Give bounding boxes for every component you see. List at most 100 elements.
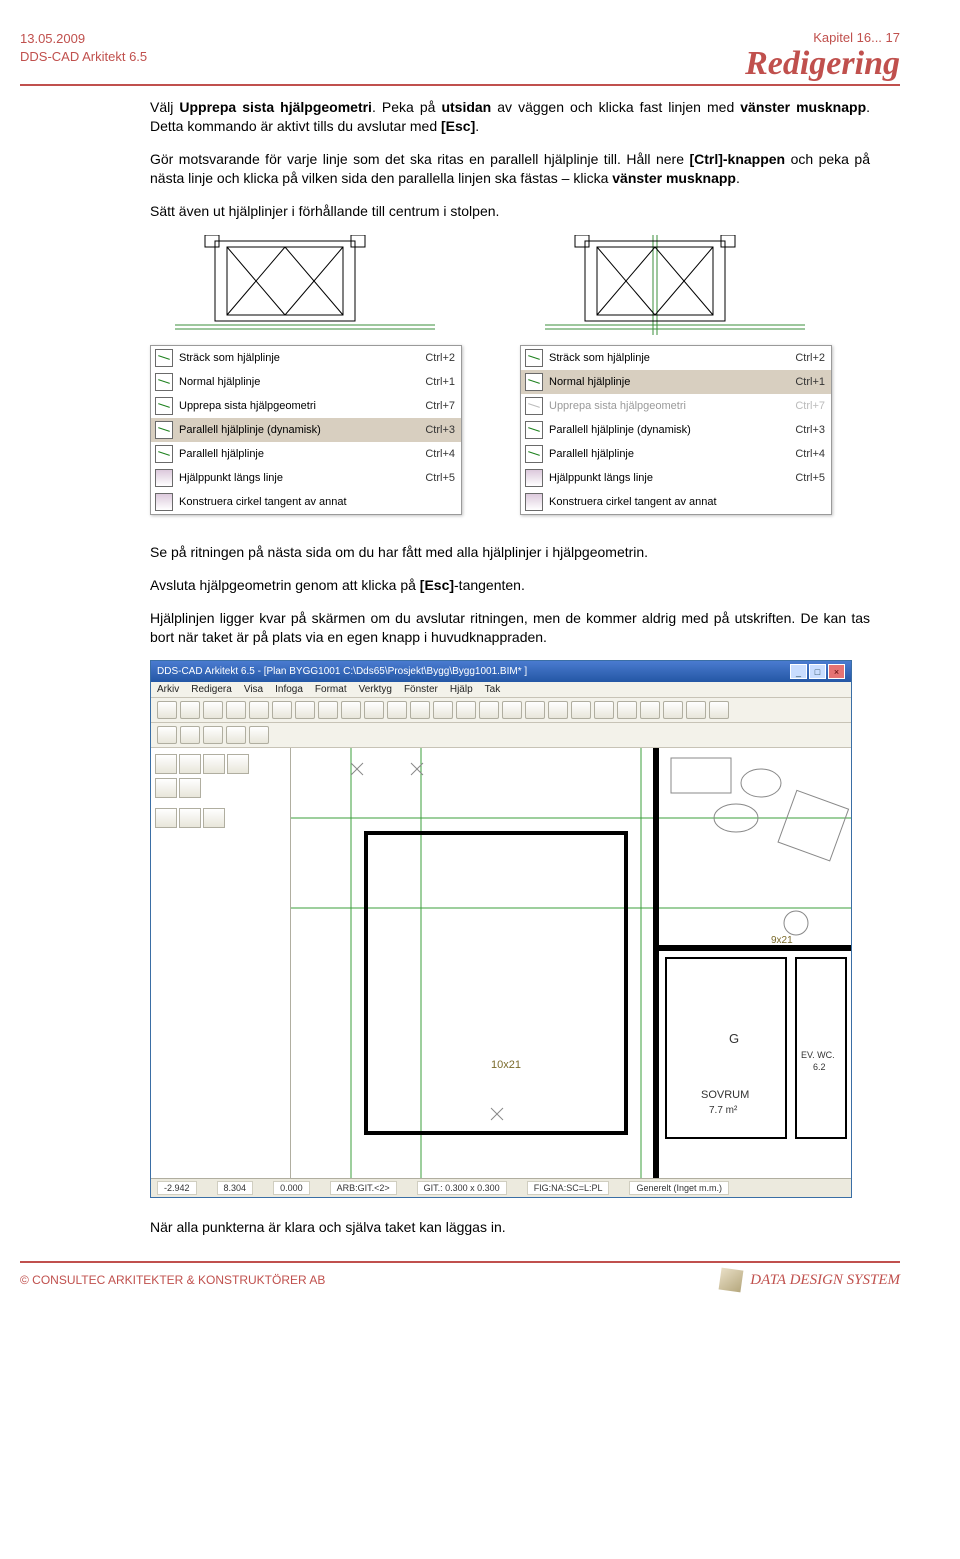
tool-button[interactable] [571,701,591,719]
close-button[interactable]: × [828,664,845,679]
tool-button[interactable] [249,726,269,744]
logo-cube-icon [719,1268,744,1293]
tool-button[interactable] [433,701,453,719]
room-name-evwc: EV. WC. [801,1050,835,1060]
menu-item[interactable]: Hjälppunkt längs linjeCtrl+5 [521,466,831,490]
palette-button[interactable] [203,808,225,828]
menu-infoga[interactable]: Infoga [275,684,303,695]
footer-right: DATA DESIGN SYSTEM [720,1269,900,1291]
room-name-g: G [729,1031,739,1046]
menu-tak[interactable]: Tak [485,684,501,695]
menu-item[interactable]: Konstruera cirkel tangent av annat [151,490,461,514]
menu-item[interactable]: Sträck som hjälplinjeCtrl+2 [521,346,831,370]
menu-item[interactable]: Upprepa sista hjälpgeometriCtrl+7 [151,394,461,418]
palette-button[interactable] [179,778,201,798]
text: Välj [150,99,179,115]
menu-item-shortcut: Ctrl+3 [425,424,455,436]
menu-visa[interactable]: Visa [244,684,263,695]
menu-item[interactable]: Parallell hjälplinjeCtrl+4 [151,442,461,466]
menu-item[interactable]: Konstruera cirkel tangent av annat [521,490,831,514]
menu-verktyg[interactable]: Verktyg [359,684,392,695]
text: . Peka på [372,99,441,115]
tool-button[interactable] [180,726,200,744]
menu-item[interactable]: Hjälppunkt längs linjeCtrl+5 [151,466,461,490]
tool-button[interactable] [249,701,269,719]
tool-button[interactable] [387,701,407,719]
menu-item[interactable]: Normal hjälplinjeCtrl+1 [151,370,461,394]
menu-item-label: Parallell hjälplinje (dynamisk) [179,424,419,436]
palette-button[interactable] [203,754,225,774]
menu-hjalp[interactable]: Hjälp [450,684,473,695]
status-fig: FIG:NA:SC=L:PL [527,1181,610,1195]
menu-item-label: Parallell hjälplinje [549,448,789,460]
tool-button[interactable] [410,701,430,719]
tool-button[interactable] [502,701,522,719]
text-bold: Upprepa sista hjälpgeometri [179,99,372,115]
menu-redigera[interactable]: Redigera [191,684,232,695]
menu-item-label: Konstruera cirkel tangent av annat [179,496,449,508]
tool-button[interactable] [226,701,246,719]
tool-button[interactable] [272,701,292,719]
tool-button[interactable] [157,726,177,744]
tool-button[interactable] [203,701,223,719]
palette-button[interactable] [155,808,177,828]
tool-button[interactable] [295,701,315,719]
app-body: 10x21 9x21 G SOVRUM 7.7 m² EV. WC. 6.2 [151,748,851,1178]
tool-button[interactable] [364,701,384,719]
menu-fonster[interactable]: Fönster [404,684,438,695]
menu-item-label: Normal hjälplinje [549,376,789,388]
menu-arkiv[interactable]: Arkiv [157,684,179,695]
tool-button[interactable] [203,726,223,744]
menu-item[interactable]: Parallell hjälplinje (dynamisk)Ctrl+3 [521,418,831,442]
menu-item[interactable]: Sträck som hjälplinje Ctrl+2 [151,346,461,370]
status-git: GIT.: 0.300 x 0.300 [417,1181,507,1195]
header-section-title: Redigering [745,45,900,82]
status-arb: ARB:GIT.<2> [330,1181,397,1195]
tool-button[interactable] [548,701,568,719]
paragraph-2: Gör motsvarande för varje linje som det … [150,150,870,188]
room-name-sovrum: SOVRUM [701,1089,749,1101]
minimize-button[interactable]: _ [790,664,807,679]
menu-item-shortcut: Ctrl+7 [795,400,825,412]
palette-button[interactable] [179,754,201,774]
menu-item-label: Normal hjälplinje [179,376,419,388]
tool-button[interactable] [617,701,637,719]
menu-item-highlighted[interactable]: Normal hjälplinjeCtrl+1 [521,370,831,394]
tool-button[interactable] [709,701,729,719]
maximize-button[interactable]: □ [809,664,826,679]
drawing-canvas[interactable]: 10x21 9x21 G SOVRUM 7.7 m² EV. WC. 6.2 [291,748,851,1178]
tool-button[interactable] [525,701,545,719]
menu-item-highlighted[interactable]: Parallell hjälplinje (dynamisk) Ctrl+3 [151,418,461,442]
palette-button[interactable] [155,778,177,798]
palette-button[interactable] [227,754,249,774]
menu-item-shortcut: Ctrl+5 [795,472,825,484]
header-product: DDS-CAD Arkitekt 6.5 [20,48,147,66]
palette-button[interactable] [155,754,177,774]
tool-button[interactable] [318,701,338,719]
status-z: 0.000 [273,1181,310,1195]
tool-button[interactable] [226,726,246,744]
header-left: 13.05.2009 DDS-CAD Arkitekt 6.5 [20,30,147,65]
tool-button[interactable] [456,701,476,719]
tool-button[interactable] [341,701,361,719]
menu-item-shortcut: Ctrl+2 [425,352,455,364]
text: Avsluta hjälpgeometrin genom att klicka … [150,577,420,593]
room-label: 10x21 [491,1059,521,1071]
paragraph-6: Hjälplinjen ligger kvar på skärmen om du… [150,609,870,647]
header-right: Kapitel 16... 17 Redigering [745,30,900,82]
menu-item-shortcut: Ctrl+4 [795,448,825,460]
menu-format[interactable]: Format [315,684,347,695]
tool-button[interactable] [640,701,660,719]
tool-button[interactable] [686,701,706,719]
menu-item-label: Parallell hjälplinje [179,448,419,460]
room-area-sovrum: 7.7 m² [709,1105,738,1116]
text-bold: vänster musknapp [740,99,866,115]
tool-button[interactable] [479,701,499,719]
palette-button[interactable] [179,808,201,828]
tool-button[interactable] [594,701,614,719]
tool-button[interactable] [157,701,177,719]
menu-item-label: Sträck som hjälplinje [179,352,419,364]
tool-button[interactable] [180,701,200,719]
tool-button[interactable] [663,701,683,719]
menu-item[interactable]: Parallell hjälplinje Ctrl+4 [521,442,831,466]
